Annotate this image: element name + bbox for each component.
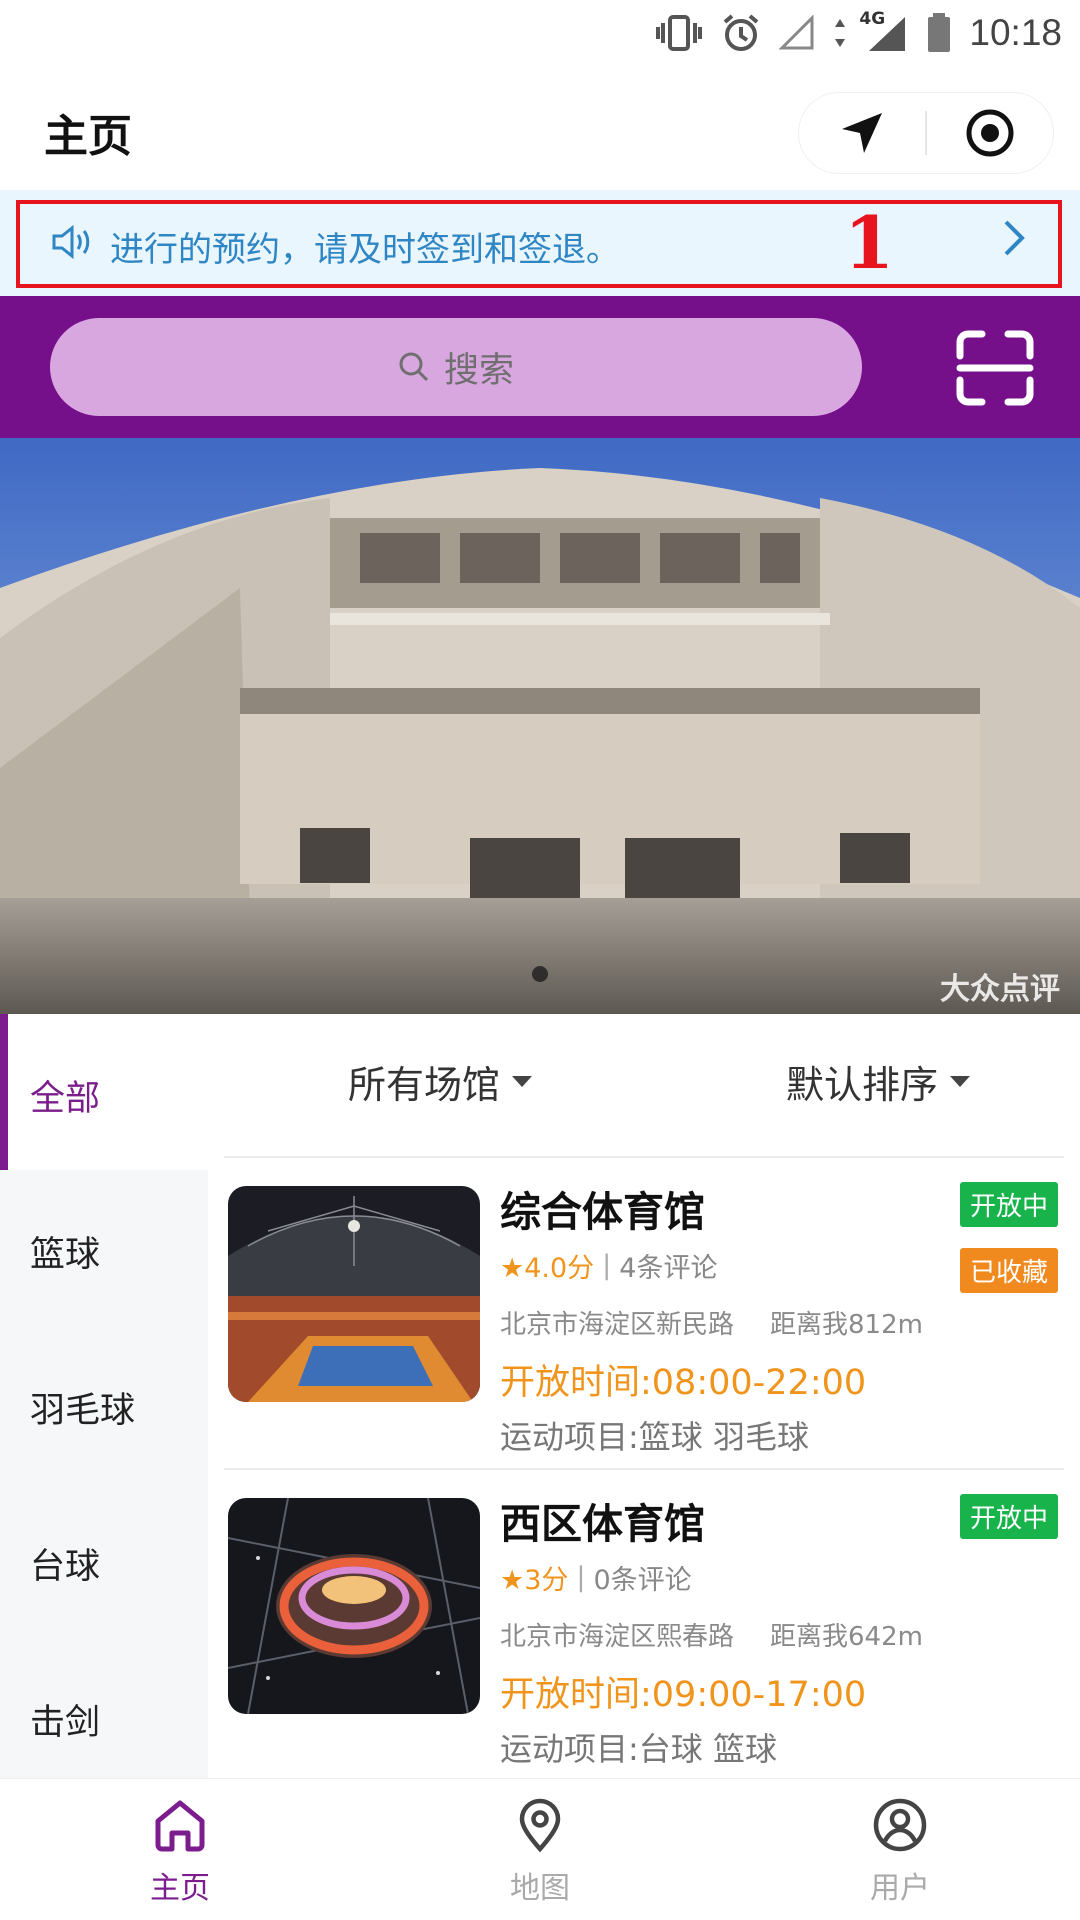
venue-name: 西区体育馆 [500,1500,705,1548]
venue-address: 北京市海淀区新民路 [500,1310,735,1340]
sidebar-item-label: 击剑 [30,1703,101,1743]
rating-score: ★3分 [500,1565,569,1596]
network-signal: 4G [859,9,909,53]
map-pin-icon [519,1798,561,1853]
watermark: 大众点评 [940,972,1060,1007]
sidebar-item-label: 全部 [30,1079,101,1119]
opening-hours: 开放时间:09:00-17:00 [500,1675,867,1715]
mini-program-capsule [798,92,1054,174]
location-button[interactable] [799,93,925,173]
status-badge: 开放中 [959,1182,1058,1227]
search-bar: 搜索 [0,296,1080,438]
status-bar: 4G 10:18 [0,0,1080,66]
chevron-right-icon[interactable] [1000,218,1028,258]
venue-distance: 距离我812m [770,1310,923,1340]
signal-empty-icon [779,15,814,50]
filter-row: 所有场馆 默认排序 [224,1014,1064,1158]
tab-label: 地图 [510,1871,570,1906]
review-count: 4条评论 [619,1253,718,1284]
sports-list: 运动项目:篮球 羽毛球 [500,1418,809,1456]
caret-down-icon [512,1076,533,1087]
speaker-icon [52,224,90,260]
carousel-indicator[interactable] [532,966,548,982]
category-sidebar: 全部 篮球 羽毛球 台球 击剑 [0,1014,208,1778]
address-row: 北京市海淀区熙春路 距离我642m [500,1616,923,1653]
data-arrows-icon [835,19,846,47]
tab-label: 主页 [150,1871,210,1906]
bottom-tab-bar: 主页 地图 用户 [0,1778,1080,1920]
page-title: 主页 [44,111,132,162]
home-icon [155,1800,205,1852]
rating-score: ★4.0分 [500,1253,595,1284]
sort-label: 默认排序 [786,1063,939,1107]
sidebar-item-fencing[interactable]: 击剑 [0,1638,208,1794]
annotation-marker: 1 [844,200,895,285]
title-bar: 主页 [0,66,1080,190]
network-type: 4G [859,9,886,29]
venue-name: 综合体育馆 [500,1188,705,1236]
navigation-arrow-icon [842,113,882,153]
alarm-icon [724,14,759,51]
review-count: 0条评论 [593,1565,692,1596]
search-placeholder: 搜索 [443,350,514,391]
target-circle-icon [966,109,1014,157]
sidebar-item-badminton[interactable]: 羽毛球 [0,1326,208,1482]
sort-dropdown[interactable]: 默认排序 [786,1054,971,1109]
notice-text: 进行的预约，请及时签到和签退。 [110,230,620,270]
scan-icon[interactable] [956,330,1034,406]
tab-map[interactable]: 地图 [440,1797,640,1907]
venue-filter-dropdown[interactable]: 所有场馆 [348,1054,533,1109]
search-icon [399,352,429,382]
sidebar-item-basketball[interactable]: 篮球 [0,1170,208,1326]
sidebar-item-label: 羽毛球 [30,1391,136,1431]
status-icons: 4G 10:18 [655,8,1062,58]
opening-hours: 开放时间:08:00-22:00 [500,1363,867,1403]
venue-address: 北京市海淀区熙春路 [500,1622,735,1652]
saved-badge: 已收藏 [959,1248,1058,1293]
status-badge: 开放中 [959,1494,1058,1539]
venue-distance: 距离我642m [770,1622,923,1652]
venue-rating: ★4.0分 | 4条评论 [500,1246,717,1285]
stadium-photo [0,438,1080,1014]
user-icon [873,1798,927,1852]
arena-night-photo [228,1498,480,1714]
venue-card[interactable]: 西区体育馆 开放中 ★3分 | 0条评论 北京市海淀区熙春路 距离我642m 开… [224,1470,1064,1782]
vibrate-icon [656,15,703,51]
status-time: 10:18 [969,12,1062,53]
battery-icon [928,13,951,52]
venue-rating: ★3分 | 0条评论 [500,1558,692,1597]
venue-thumbnail [228,1498,480,1714]
rating-divider: | [576,1562,586,1593]
tab-user[interactable]: 用户 [800,1797,1000,1907]
venue-thumbnail [228,1186,480,1402]
tab-home[interactable]: 主页 [80,1797,280,1907]
sidebar-item-label: 篮球 [30,1235,101,1275]
arena-photo [228,1186,480,1402]
close-miniprogram-button[interactable] [927,93,1053,173]
sidebar-item-all[interactable]: 全部 [0,1014,208,1170]
banner-carousel[interactable]: 大众点评 [0,438,1080,1014]
caret-down-icon [950,1076,971,1087]
sidebar-item-billiards[interactable]: 台球 [0,1482,208,1638]
rating-divider: | [602,1250,612,1281]
search-input[interactable]: 搜索 [50,318,862,416]
sidebar-item-label: 台球 [30,1547,101,1587]
venue-card[interactable]: 综合体育馆 开放中 已收藏 ★4.0分 | 4条评论 北京市海淀区新民路 距离我… [224,1158,1064,1470]
tab-label: 用户 [870,1871,930,1906]
venue-filter-label: 所有场馆 [348,1063,501,1107]
sports-list: 运动项目:台球 篮球 [500,1730,777,1768]
address-row: 北京市海淀区新民路 距离我812m [500,1304,923,1341]
